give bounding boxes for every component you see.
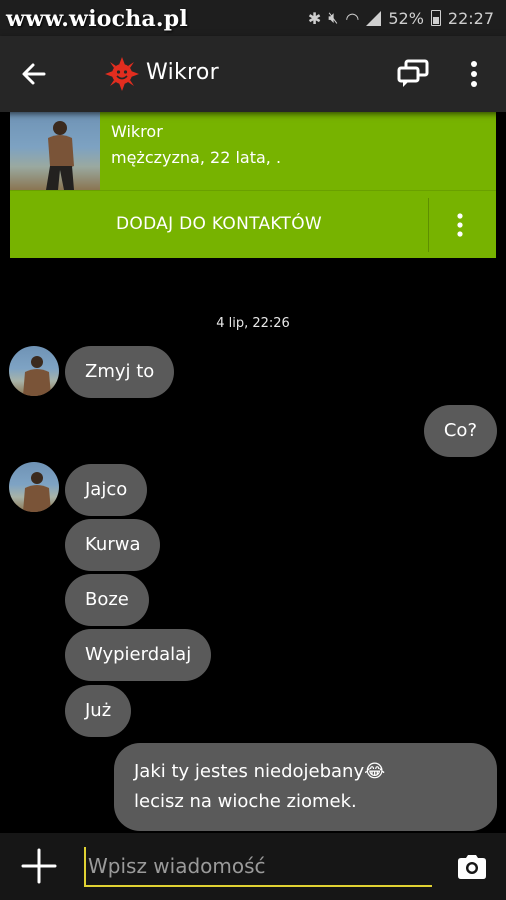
- avatar[interactable]: [9, 346, 59, 396]
- add-contact-button[interactable]: DODAJ DO KONTAKTÓW: [10, 191, 428, 258]
- avatar[interactable]: [9, 462, 59, 512]
- app-title: Wikror: [146, 60, 219, 85]
- message-input-bar: [0, 833, 506, 900]
- wifi-icon: ◠: [345, 8, 360, 28]
- battery-percent: 52%: [388, 8, 424, 28]
- card-more-icon[interactable]: [450, 212, 470, 238]
- status-icons: ✱ 🔇︎ ◠ 52% 22:27: [308, 8, 494, 28]
- cast-icon[interactable]: [396, 58, 430, 88]
- date-separator: 4 lip, 22:26: [216, 316, 290, 331]
- watermark: www.wiocha.pl: [6, 6, 188, 32]
- message-input[interactable]: [84, 847, 432, 887]
- laughing-emoji-icon: 😂: [364, 761, 386, 782]
- message-bubble-incoming[interactable]: Już: [65, 685, 132, 737]
- message-line: lecisz na wioche ziomek.: [134, 791, 357, 812]
- message-line: Jaki ty jestes niedojebany😂: [134, 761, 386, 782]
- person-silhouette: [46, 121, 74, 190]
- profile-card: Wikror mężczyzna, 22 lata, . DODAJ DO KO…: [10, 112, 496, 258]
- message-bubble-outgoing[interactable]: Jaki ty jestes niedojebany😂 lecisz na wi…: [114, 743, 497, 831]
- status-bar: www.wiocha.pl ✱ 🔇︎ ◠ 52% 22:27: [0, 0, 506, 36]
- profile-info: mężczyzna, 22 lata, .: [111, 148, 282, 167]
- mute-icon: 🔇︎: [328, 8, 339, 27]
- plus-icon[interactable]: [20, 847, 58, 885]
- card-divider-vertical: [428, 198, 429, 252]
- message-bubble-incoming[interactable]: Boze: [65, 574, 149, 626]
- profile-name: Wikror: [111, 122, 163, 141]
- back-icon[interactable]: [18, 58, 50, 90]
- message-bubble-incoming[interactable]: Jajco: [65, 464, 148, 516]
- bluetooth-icon: ✱: [307, 8, 322, 28]
- message-bubble-incoming[interactable]: Wypierdalaj: [65, 629, 212, 681]
- profile-photo[interactable]: [10, 112, 100, 190]
- app-bar: Wikror: [0, 36, 506, 112]
- clock: 22:27: [447, 8, 494, 28]
- signal-icon: [366, 10, 382, 26]
- camera-icon[interactable]: [456, 853, 488, 881]
- more-icon[interactable]: [462, 58, 486, 90]
- message-bubble-incoming[interactable]: Zmyj to: [65, 346, 175, 398]
- message-bubble-incoming[interactable]: Kurwa: [65, 519, 161, 571]
- battery-icon: [430, 10, 441, 26]
- message-bubble-outgoing[interactable]: Co?: [423, 405, 497, 457]
- logo-icon: [105, 57, 139, 91]
